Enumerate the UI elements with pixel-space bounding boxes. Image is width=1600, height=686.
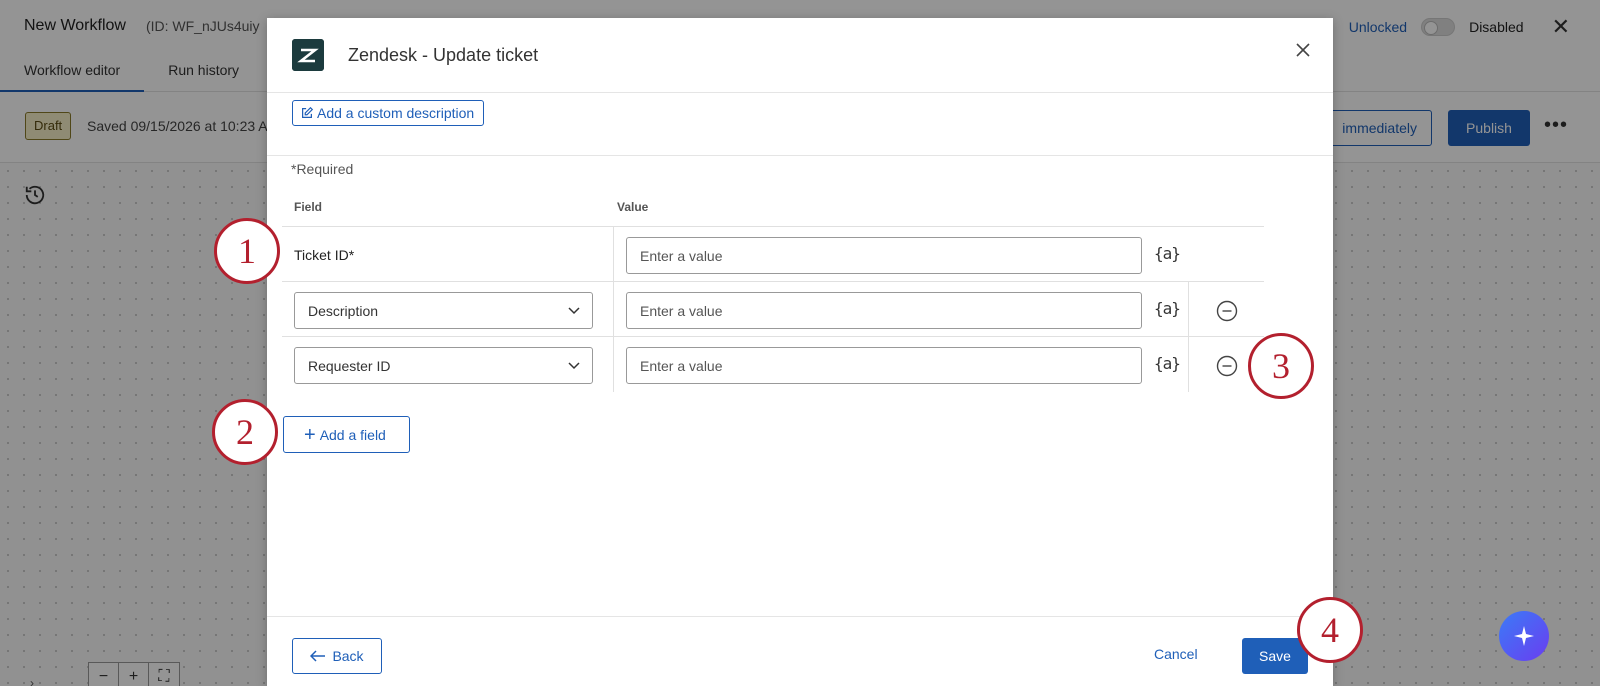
column-divider <box>1188 337 1189 392</box>
column-divider <box>1188 282 1189 337</box>
chevron-down-icon <box>568 306 580 314</box>
add-field-label: Add a field <box>319 426 386 443</box>
column-divider <box>613 282 614 337</box>
piped-text-icon[interactable]: {a} <box>1154 244 1181 263</box>
field-select-value: Description <box>308 302 379 319</box>
callout-3: 3 <box>1248 333 1314 399</box>
remove-icon[interactable] <box>1216 355 1238 377</box>
zendesk-logo <box>292 39 324 71</box>
ticket-id-value-input[interactable] <box>626 237 1142 274</box>
piped-text-icon[interactable]: {a} <box>1154 354 1181 373</box>
description-value-input[interactable] <box>626 292 1142 329</box>
back-button[interactable]: Back <box>292 638 382 674</box>
column-header-field: Field <box>294 200 323 214</box>
close-icon[interactable] <box>1294 41 1312 59</box>
piped-text-icon[interactable]: {a} <box>1154 299 1181 318</box>
required-note: *Required <box>291 161 354 177</box>
dialog-header: Zendesk - Update ticket <box>267 18 1333 93</box>
add-custom-description-label: Add a custom description <box>317 105 475 121</box>
column-divider <box>613 227 614 282</box>
field-select-requester-id[interactable]: Requester ID <box>294 347 593 384</box>
field-select-description[interactable]: Description <box>294 292 593 329</box>
save-button[interactable]: Save <box>1242 638 1308 674</box>
cancel-button[interactable]: Cancel <box>1154 646 1198 662</box>
callout-4: 4 <box>1297 597 1363 663</box>
edit-icon <box>302 106 314 118</box>
field-row-requester-id: Requester ID {a} <box>282 336 1264 392</box>
field-label-ticket-id: Ticket ID* <box>294 247 355 263</box>
field-row-description: Description {a} <box>282 281 1264 337</box>
requester-id-value-input[interactable] <box>626 347 1142 384</box>
field-select-value: Requester ID <box>308 357 391 374</box>
dialog-footer: Back Cancel Save <box>267 616 1333 686</box>
callout-2: 2 <box>212 399 278 465</box>
dialog-title: Zendesk - Update ticket <box>348 45 539 65</box>
add-field-button[interactable]: + Add a field <box>283 416 410 453</box>
remove-icon[interactable] <box>1216 300 1238 322</box>
add-custom-description-button[interactable]: Add a custom description <box>292 100 485 126</box>
plus-icon: + <box>304 423 316 446</box>
column-divider <box>613 337 614 392</box>
arrow-left-icon <box>310 650 326 662</box>
update-ticket-dialog: Zendesk - Update ticket Add a custom des… <box>267 18 1333 686</box>
sparkle-icon <box>1514 626 1534 646</box>
assistant-button[interactable] <box>1499 611 1549 661</box>
back-label: Back <box>332 648 364 664</box>
description-bar: Add a custom description <box>267 93 1333 156</box>
callout-1: 1 <box>214 218 280 284</box>
column-header-value: Value <box>617 200 649 214</box>
save-label: Save <box>1259 648 1291 664</box>
field-row-ticket-id: Ticket ID* {a} <box>282 226 1264 282</box>
chevron-down-icon <box>568 361 580 369</box>
